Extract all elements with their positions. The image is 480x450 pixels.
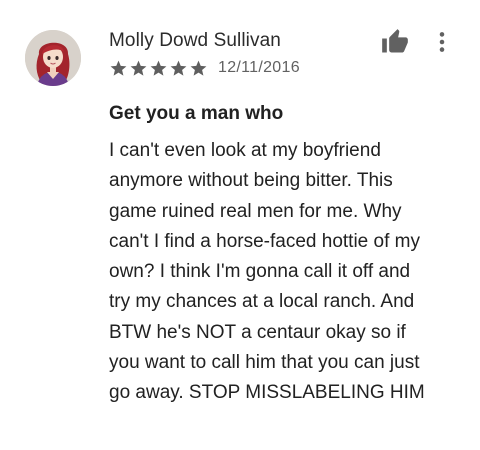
review-card: Molly Dowd Sullivan 12/11/2016 Get you a… — [0, 0, 480, 450]
helpful-button[interactable] — [379, 26, 411, 58]
author-name[interactable]: Molly Dowd Sullivan — [109, 30, 281, 52]
star-icon — [130, 60, 147, 76]
review-date: 12/11/2016 — [218, 59, 300, 76]
review-body: I can't even look at my boyfriend anymor… — [109, 140, 425, 404]
avatar[interactable] — [25, 30, 81, 86]
rating-row: 12/11/2016 — [109, 58, 300, 78]
star-rating — [109, 59, 209, 78]
avatar-image — [25, 30, 81, 86]
thumbs-up-icon — [382, 29, 408, 53]
more-options-button[interactable] — [428, 26, 456, 58]
star-icon — [170, 60, 187, 76]
more-vert-icon — [439, 32, 445, 52]
star-icon — [110, 60, 127, 76]
star-icon — [150, 60, 167, 76]
star-icon — [190, 60, 207, 76]
review-title: Get you a man who — [109, 103, 284, 124]
